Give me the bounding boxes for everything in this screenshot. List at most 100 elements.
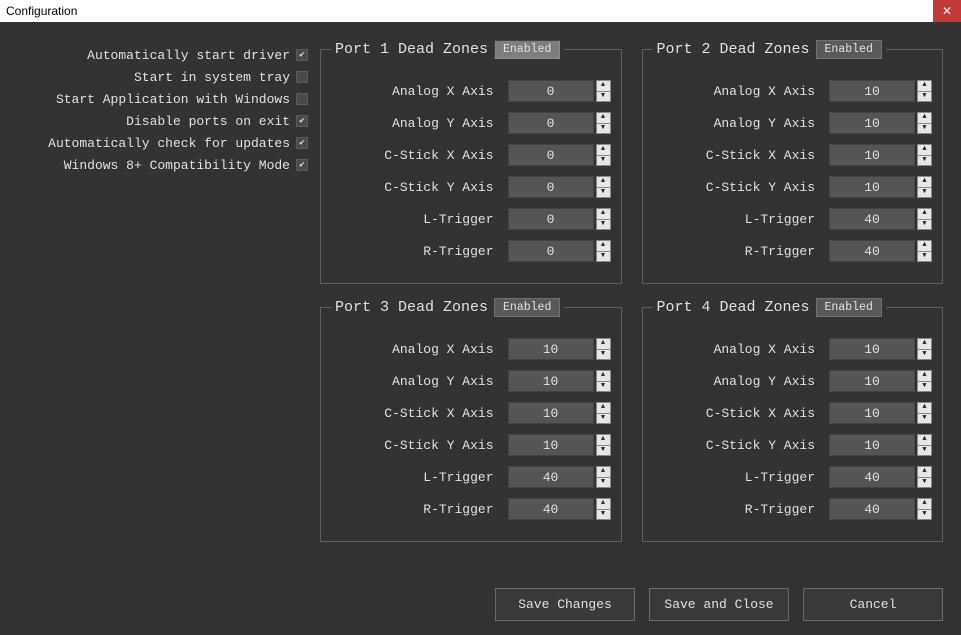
spinner-value[interactable]: 10 bbox=[829, 402, 915, 424]
spinner-value[interactable]: 0 bbox=[508, 208, 594, 230]
enabled-button[interactable]: Enabled bbox=[494, 298, 560, 317]
spinner-value[interactable]: 40 bbox=[508, 466, 594, 488]
enabled-button[interactable]: Enabled bbox=[816, 298, 882, 317]
spinner-value[interactable]: 10 bbox=[829, 144, 915, 166]
value-spinner[interactable]: 10▲▼ bbox=[829, 370, 932, 392]
spinner-value[interactable]: 40 bbox=[829, 208, 915, 230]
spinner-value[interactable]: 10 bbox=[829, 370, 915, 392]
chevron-up-icon[interactable]: ▲ bbox=[596, 176, 611, 187]
chevron-up-icon[interactable]: ▲ bbox=[596, 144, 611, 155]
value-spinner[interactable]: 0▲▼ bbox=[508, 240, 611, 262]
spinner-value[interactable]: 40 bbox=[508, 498, 594, 520]
chevron-up-icon[interactable]: ▲ bbox=[596, 498, 611, 509]
value-spinner[interactable]: 0▲▼ bbox=[508, 112, 611, 134]
spinner-value[interactable]: 10 bbox=[829, 112, 915, 134]
option-checkbox[interactable] bbox=[296, 71, 308, 83]
chevron-down-icon[interactable]: ▼ bbox=[917, 91, 932, 103]
value-spinner[interactable]: 10▲▼ bbox=[829, 434, 932, 456]
spinner-value[interactable]: 10 bbox=[829, 338, 915, 360]
value-spinner[interactable]: 40▲▼ bbox=[829, 208, 932, 230]
spinner-value[interactable]: 10 bbox=[508, 434, 594, 456]
spinner-value[interactable]: 40 bbox=[829, 498, 915, 520]
chevron-down-icon[interactable]: ▼ bbox=[917, 349, 932, 361]
close-icon[interactable]: ✕ bbox=[933, 0, 961, 22]
chevron-down-icon[interactable]: ▼ bbox=[917, 477, 932, 489]
spinner-value[interactable]: 0 bbox=[508, 112, 594, 134]
enabled-button[interactable]: Enabled bbox=[816, 40, 882, 59]
enabled-button[interactable]: Enabled bbox=[494, 40, 560, 59]
option-checkbox[interactable] bbox=[296, 93, 308, 105]
value-spinner[interactable]: 40▲▼ bbox=[829, 466, 932, 488]
spinner-value[interactable]: 40 bbox=[829, 466, 915, 488]
spinner-value[interactable]: 0 bbox=[508, 240, 594, 262]
chevron-down-icon[interactable]: ▼ bbox=[917, 251, 932, 263]
chevron-up-icon[interactable]: ▲ bbox=[917, 208, 932, 219]
chevron-up-icon[interactable]: ▲ bbox=[917, 434, 932, 445]
chevron-down-icon[interactable]: ▼ bbox=[917, 381, 932, 393]
option-checkbox[interactable]: ✔ bbox=[296, 49, 308, 61]
chevron-down-icon[interactable]: ▼ bbox=[596, 219, 611, 231]
spinner-value[interactable]: 10 bbox=[829, 80, 915, 102]
value-spinner[interactable]: 10▲▼ bbox=[508, 434, 611, 456]
chevron-down-icon[interactable]: ▼ bbox=[596, 187, 611, 199]
chevron-up-icon[interactable]: ▲ bbox=[917, 176, 932, 187]
save-changes-button[interactable]: Save Changes bbox=[495, 588, 635, 621]
value-spinner[interactable]: 10▲▼ bbox=[829, 338, 932, 360]
value-spinner[interactable]: 10▲▼ bbox=[508, 370, 611, 392]
chevron-down-icon[interactable]: ▼ bbox=[596, 251, 611, 263]
chevron-down-icon[interactable]: ▼ bbox=[917, 187, 932, 199]
chevron-up-icon[interactable]: ▲ bbox=[917, 144, 932, 155]
spinner-value[interactable]: 10 bbox=[829, 434, 915, 456]
value-spinner[interactable]: 40▲▼ bbox=[829, 498, 932, 520]
chevron-down-icon[interactable]: ▼ bbox=[917, 509, 932, 521]
chevron-up-icon[interactable]: ▲ bbox=[917, 80, 932, 91]
chevron-up-icon[interactable]: ▲ bbox=[596, 370, 611, 381]
chevron-down-icon[interactable]: ▼ bbox=[917, 445, 932, 457]
chevron-down-icon[interactable]: ▼ bbox=[596, 91, 611, 103]
save-and-close-button[interactable]: Save and Close bbox=[649, 588, 789, 621]
chevron-down-icon[interactable]: ▼ bbox=[917, 155, 932, 167]
chevron-up-icon[interactable]: ▲ bbox=[917, 466, 932, 477]
value-spinner[interactable]: 0▲▼ bbox=[508, 144, 611, 166]
spinner-value[interactable]: 0 bbox=[508, 176, 594, 198]
chevron-up-icon[interactable]: ▲ bbox=[917, 370, 932, 381]
spinner-value[interactable]: 0 bbox=[508, 80, 594, 102]
cancel-button[interactable]: Cancel bbox=[803, 588, 943, 621]
value-spinner[interactable]: 40▲▼ bbox=[829, 240, 932, 262]
chevron-up-icon[interactable]: ▲ bbox=[596, 338, 611, 349]
value-spinner[interactable]: 0▲▼ bbox=[508, 176, 611, 198]
chevron-down-icon[interactable]: ▼ bbox=[596, 445, 611, 457]
chevron-down-icon[interactable]: ▼ bbox=[596, 477, 611, 489]
value-spinner[interactable]: 0▲▼ bbox=[508, 80, 611, 102]
chevron-up-icon[interactable]: ▲ bbox=[596, 402, 611, 413]
value-spinner[interactable]: 10▲▼ bbox=[829, 402, 932, 424]
value-spinner[interactable]: 0▲▼ bbox=[508, 208, 611, 230]
chevron-down-icon[interactable]: ▼ bbox=[596, 155, 611, 167]
chevron-up-icon[interactable]: ▲ bbox=[596, 466, 611, 477]
chevron-up-icon[interactable]: ▲ bbox=[917, 402, 932, 413]
chevron-down-icon[interactable]: ▼ bbox=[917, 219, 932, 231]
chevron-down-icon[interactable]: ▼ bbox=[917, 413, 932, 425]
option-checkbox[interactable]: ✔ bbox=[296, 137, 308, 149]
value-spinner[interactable]: 40▲▼ bbox=[508, 466, 611, 488]
chevron-up-icon[interactable]: ▲ bbox=[596, 80, 611, 91]
chevron-up-icon[interactable]: ▲ bbox=[917, 498, 932, 509]
chevron-up-icon[interactable]: ▲ bbox=[596, 112, 611, 123]
chevron-down-icon[interactable]: ▼ bbox=[596, 413, 611, 425]
option-checkbox[interactable]: ✔ bbox=[296, 115, 308, 127]
chevron-down-icon[interactable]: ▼ bbox=[917, 123, 932, 135]
chevron-down-icon[interactable]: ▼ bbox=[596, 381, 611, 393]
chevron-up-icon[interactable]: ▲ bbox=[917, 240, 932, 251]
value-spinner[interactable]: 10▲▼ bbox=[508, 338, 611, 360]
spinner-value[interactable]: 10 bbox=[508, 370, 594, 392]
value-spinner[interactable]: 40▲▼ bbox=[508, 498, 611, 520]
chevron-down-icon[interactable]: ▼ bbox=[596, 509, 611, 521]
chevron-down-icon[interactable]: ▼ bbox=[596, 123, 611, 135]
spinner-value[interactable]: 10 bbox=[829, 176, 915, 198]
chevron-up-icon[interactable]: ▲ bbox=[917, 112, 932, 123]
value-spinner[interactable]: 10▲▼ bbox=[829, 144, 932, 166]
spinner-value[interactable]: 10 bbox=[508, 402, 594, 424]
chevron-up-icon[interactable]: ▲ bbox=[596, 434, 611, 445]
option-checkbox[interactable]: ✔ bbox=[296, 159, 308, 171]
spinner-value[interactable]: 10 bbox=[508, 338, 594, 360]
